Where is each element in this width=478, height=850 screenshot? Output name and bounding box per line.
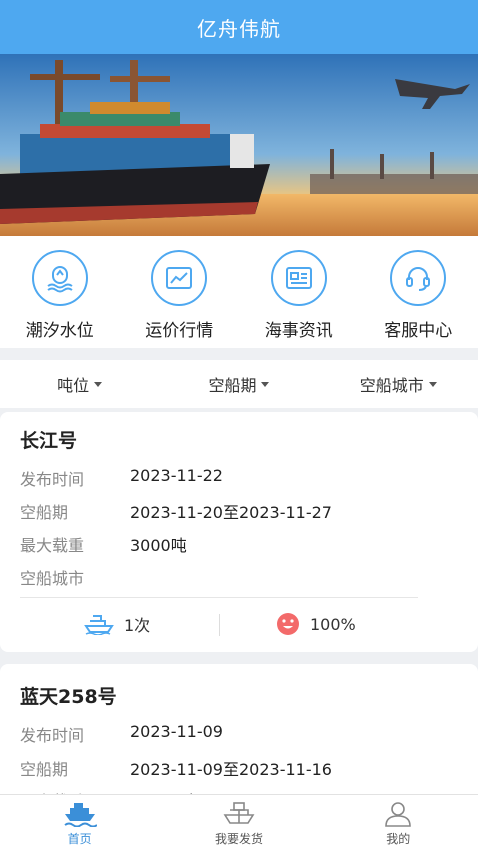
info-row: 发布时间 2023-11-09 bbox=[20, 722, 223, 746]
quick-label-tide: 潮汐水位 bbox=[25, 321, 94, 341]
filter-tonnage[interactable]: 吨位 bbox=[0, 372, 159, 396]
tab-mine-label: 我的 bbox=[386, 832, 411, 846]
bottom-tab-bar: 首页 我要发货 我的 bbox=[0, 794, 478, 850]
banner-carousel[interactable] bbox=[0, 54, 478, 236]
info-row: 空船期 2023-11-09至2023-11-16 bbox=[20, 756, 332, 780]
tab-home[interactable]: 首页 bbox=[0, 795, 159, 850]
filter-empty-city-label: 空船城市 bbox=[359, 376, 424, 395]
quick-item-freight[interactable]: 运价行情 bbox=[120, 236, 240, 348]
caret-down-icon bbox=[428, 381, 437, 387]
page-title: 亿舟伟航 bbox=[197, 16, 281, 41]
row-value: 2023-11-09至2023-11-16 bbox=[130, 760, 332, 779]
info-row: 空船期 2023-11-20至2023-11-27 bbox=[20, 499, 332, 523]
filter-empty-period-label: 空船期 bbox=[208, 376, 257, 395]
filter-tonnage-label: 吨位 bbox=[57, 376, 90, 395]
trip-count-value: 1次 bbox=[124, 616, 151, 635]
chart-icon bbox=[151, 250, 208, 306]
filter-empty-period[interactable]: 空船期 bbox=[159, 372, 318, 396]
cargo-ship-icon bbox=[223, 802, 255, 824]
divider bbox=[20, 597, 418, 598]
info-row: 发布时间 2023-11-22 bbox=[20, 466, 223, 490]
stat-separator bbox=[219, 614, 220, 636]
ship-card[interactable]: 长江号 发布时间 2023-11-22 空船期 2023-11-20至2023-… bbox=[0, 412, 478, 652]
quick-item-service[interactable]: 客服中心 bbox=[359, 236, 478, 348]
row-label: 最大载重 bbox=[20, 536, 85, 555]
filter-bar: 吨位 空船期 空船城市 bbox=[0, 360, 478, 408]
filter-empty-city[interactable]: 空船城市 bbox=[319, 372, 478, 396]
ship-icon bbox=[64, 803, 97, 827]
app-header: 亿舟伟航 bbox=[0, 0, 478, 54]
tab-mine[interactable]: 我的 bbox=[319, 795, 478, 850]
quick-item-news[interactable]: 海事资讯 bbox=[239, 236, 359, 348]
ship-icon bbox=[84, 615, 114, 635]
info-row: 空船城市 bbox=[20, 565, 130, 589]
trip-count: 1次 bbox=[84, 612, 150, 636]
quick-menu: 潮汐水位 运价行情 海事资讯 客服中心 bbox=[0, 236, 478, 348]
row-value: 2023-11-09 bbox=[130, 722, 223, 741]
row-label: 发布时间 bbox=[20, 470, 85, 489]
praise-rate: 100% bbox=[276, 612, 356, 636]
quick-label-freight: 运价行情 bbox=[145, 321, 214, 341]
tide-icon bbox=[31, 250, 88, 306]
row-label: 空船城市 bbox=[20, 569, 85, 588]
row-label: 空船期 bbox=[20, 503, 69, 522]
tab-ship-cargo-label: 我要发货 bbox=[214, 832, 263, 846]
caret-down-icon bbox=[261, 381, 270, 387]
tab-home-label: 首页 bbox=[67, 832, 92, 846]
banner-image bbox=[0, 54, 478, 236]
row-value: 3000吨 bbox=[130, 536, 187, 555]
quick-label-service: 客服中心 bbox=[384, 321, 453, 341]
headset-icon bbox=[390, 250, 447, 306]
quick-label-news: 海事资讯 bbox=[264, 321, 333, 341]
ship-name: 蓝天258号 bbox=[20, 686, 117, 708]
row-label: 发布时间 bbox=[20, 726, 85, 745]
tab-ship-cargo[interactable]: 我要发货 bbox=[159, 795, 318, 850]
user-icon bbox=[385, 802, 412, 827]
caret-down-icon bbox=[94, 381, 103, 387]
praise-rate-value: 100% bbox=[310, 614, 356, 634]
row-value: 2023-11-20至2023-11-27 bbox=[130, 503, 332, 522]
quick-item-tide[interactable]: 潮汐水位 bbox=[0, 236, 120, 348]
smile-icon bbox=[277, 613, 299, 635]
ship-name: 长江号 bbox=[20, 430, 78, 452]
info-row: 最大载重 3000吨 bbox=[20, 532, 187, 556]
row-label: 空船期 bbox=[20, 760, 69, 779]
row-value: 2023-11-22 bbox=[130, 466, 223, 485]
news-icon bbox=[270, 250, 327, 306]
